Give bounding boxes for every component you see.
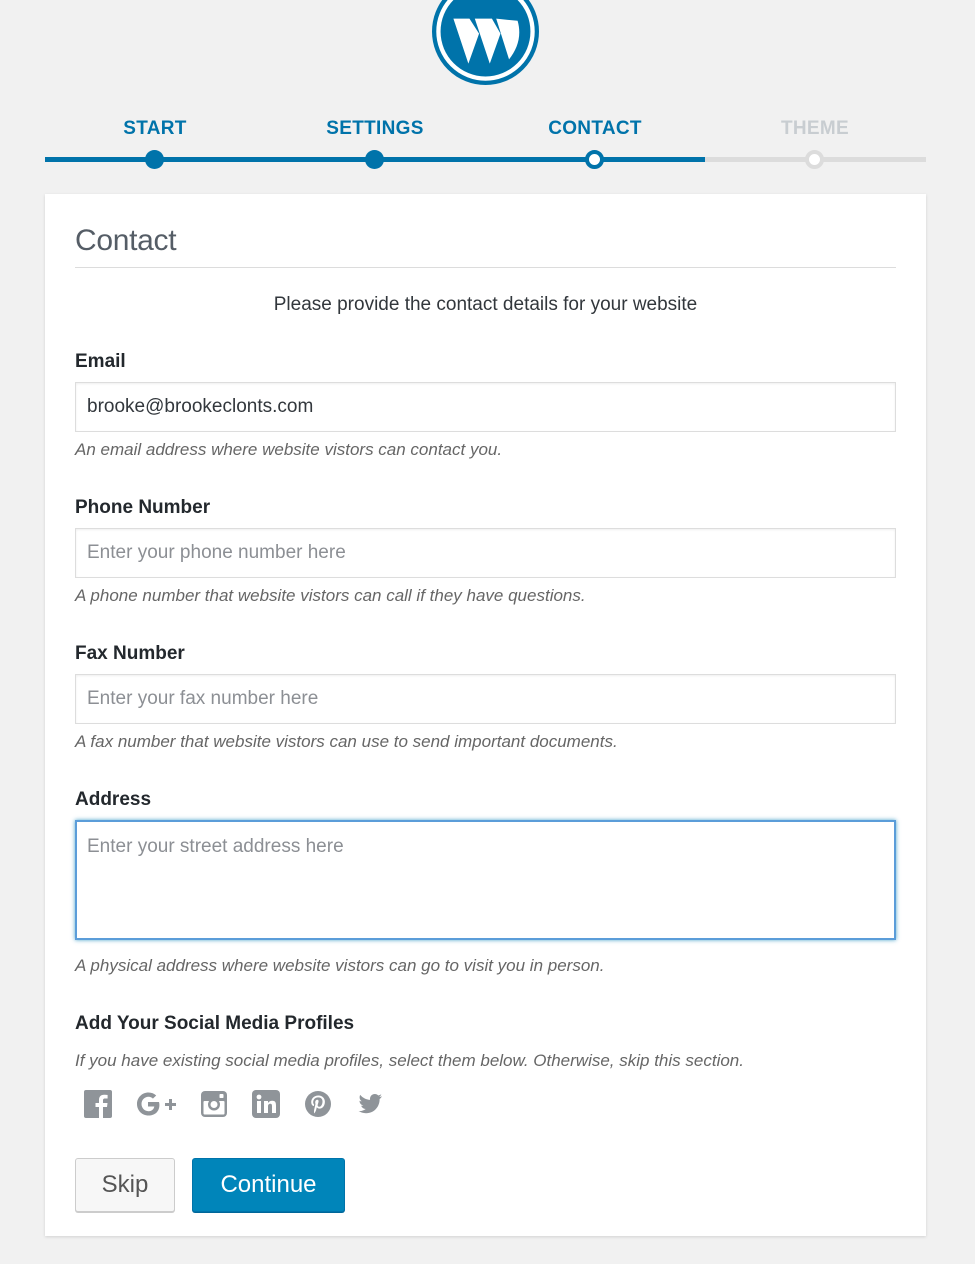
facebook-icon[interactable]	[83, 1089, 113, 1119]
phone-help: A phone number that website vistors can …	[75, 586, 586, 605]
continue-button[interactable]: Continue	[192, 1158, 345, 1212]
fax-help: A fax number that website vistors can us…	[75, 732, 618, 751]
email-help: An email address where website vistors c…	[75, 440, 503, 459]
intro-text: Please provide the contact details for y…	[273, 294, 698, 315]
step-label-contact: CONTACT	[548, 118, 642, 139]
contact-card: Contact Please provide the contact detai…	[45, 194, 926, 1236]
step-label-start: START	[123, 118, 187, 139]
step-dot-theme	[805, 150, 824, 169]
setup-wizard-page: START SETTINGS CONTACT THEME Contact Ple…	[0, 0, 975, 1264]
fax-label: Fax Number	[75, 643, 185, 664]
step-dot-contact	[585, 150, 604, 169]
instagram-icon[interactable]	[199, 1089, 229, 1119]
email-label: Email	[75, 351, 126, 372]
step-label-theme: THEME	[781, 118, 849, 139]
twitter-icon[interactable]	[355, 1089, 385, 1119]
phone-label: Phone Number	[75, 497, 211, 518]
page-title: Contact	[75, 224, 177, 257]
social-label: Add Your Social Media Profiles	[75, 1013, 355, 1034]
google-plus-icon[interactable]	[135, 1089, 177, 1119]
step-dot-settings	[365, 150, 384, 169]
wizard-steps: START SETTINGS CONTACT THEME	[45, 0, 926, 180]
address-help: A physical address where website vistors…	[75, 956, 605, 975]
step-label-settings: SETTINGS	[326, 118, 424, 139]
social-icons	[83, 1087, 385, 1121]
step-dot-start	[145, 150, 164, 169]
phone-field[interactable]	[75, 528, 896, 578]
address-label: Address	[75, 789, 152, 810]
linkedin-icon[interactable]	[251, 1089, 281, 1119]
address-field[interactable]	[75, 820, 896, 940]
social-help: If you have existing social media profil…	[75, 1051, 744, 1070]
title-divider	[75, 267, 896, 268]
skip-button[interactable]: Skip	[75, 1158, 175, 1212]
pinterest-icon[interactable]	[303, 1089, 333, 1119]
email-field[interactable]	[75, 382, 896, 432]
fax-field[interactable]	[75, 674, 896, 724]
